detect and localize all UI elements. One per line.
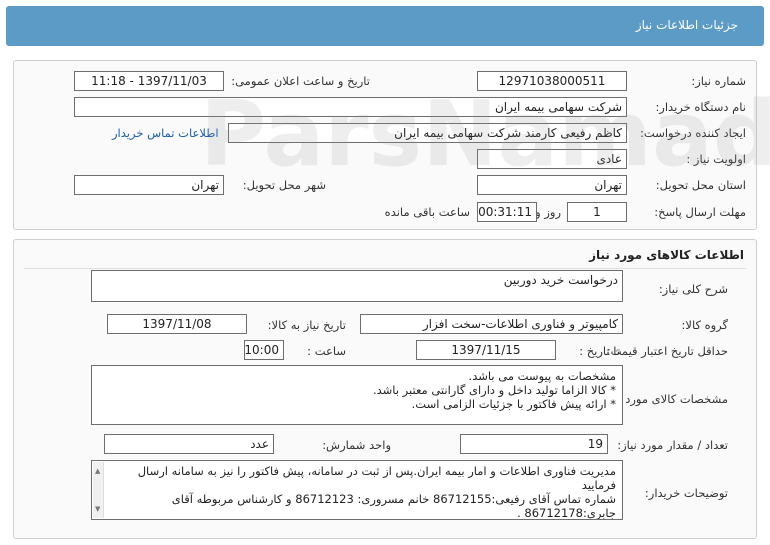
city-label: شهر محل تحویل: bbox=[242, 178, 326, 192]
desc-line: مدیریت فناوری اطلاعات و امار بیمه ایران.… bbox=[137, 464, 616, 492]
page-title: جزئیات اطلاعات نیاز bbox=[635, 18, 738, 32]
province-field[interactable]: تهران bbox=[477, 175, 627, 195]
need-date-label: تاریخ نیاز به کالا: bbox=[267, 318, 346, 332]
specs-line: مشخصات به پیوست می باشد. bbox=[468, 369, 616, 383]
buyer-contact-link[interactable]: اطلاعات تماس خریدار bbox=[112, 126, 219, 140]
to-date-label: تا تاریخ : bbox=[579, 344, 620, 358]
priority-label: اولویت نیاز : bbox=[686, 152, 746, 166]
qty-field[interactable]: 19 bbox=[460, 434, 608, 454]
summary-label: شرح کلی نیاز: bbox=[658, 282, 728, 296]
specs-line: * ارائه پیش فاکتور با جزئیات الزامی است. bbox=[411, 397, 616, 411]
description-scrollbar[interactable]: ▲ ▼ bbox=[93, 462, 104, 518]
need-number-label: شماره نیاز: bbox=[691, 74, 746, 88]
desc-line: شماره تماس آقای رفیعی:86712155 خانم مسرو… bbox=[171, 492, 616, 520]
hour-label: ساعت : bbox=[307, 344, 346, 358]
need-date-field[interactable]: 1397/11/08 bbox=[107, 314, 247, 334]
time-field[interactable]: 00:31:11 bbox=[477, 202, 537, 222]
min-validity-label: حداقل تاریخ اعتبار قیمت: bbox=[606, 344, 728, 358]
deadline-label: مهلت ارسال پاسخ: bbox=[654, 205, 746, 219]
buyer-description-field[interactable]: ▲ ▼ مدیریت فناوری اطلاعات و امار بیمه ای… bbox=[91, 460, 623, 520]
scroll-up-icon[interactable]: ▲ bbox=[95, 464, 100, 478]
scroll-down-icon[interactable]: ▼ bbox=[95, 502, 100, 516]
buyer-field[interactable]: شرکت سهامی بیمه ایران bbox=[74, 97, 627, 117]
section-divider bbox=[24, 268, 746, 269]
province-label: استان محل تحویل: bbox=[655, 178, 746, 192]
page-header: جزئیات اطلاعات نیاز bbox=[6, 6, 764, 46]
days-field[interactable]: 1 bbox=[567, 202, 627, 222]
buyer-label: نام دستگاه خریدار: bbox=[655, 100, 746, 114]
need-info-panel: شماره نیاز: 12971038000511 تاریخ و ساعت … bbox=[13, 60, 757, 230]
summary-field[interactable]: درخواست خرید دوربین bbox=[91, 270, 623, 302]
need-number-field[interactable]: 12971038000511 bbox=[477, 71, 627, 91]
announce-label: تاریخ و ساعت اعلان عمومی: bbox=[231, 74, 370, 88]
to-date-field[interactable]: 1397/11/15 bbox=[416, 340, 556, 360]
priority-field[interactable]: عادی bbox=[477, 149, 627, 169]
time-unit: ساعت باقی مانده bbox=[384, 205, 470, 219]
group-field[interactable]: کامپیوتر و فناوری اطلاعات-سخت افزار bbox=[360, 314, 623, 334]
announce-field[interactable]: 1397/11/03 - 11:18 bbox=[74, 71, 224, 91]
creator-label: ایجاد کننده درخواست: bbox=[640, 126, 746, 140]
hour-field[interactable]: 10:00 bbox=[244, 340, 284, 360]
days-unit: روز و bbox=[535, 205, 561, 219]
creator-field[interactable]: کاظم رفیعی کارمند شرکت سهامی بیمه ایران bbox=[228, 123, 627, 143]
desc-label: توضیحات خریدار: bbox=[644, 486, 728, 500]
group-label: گروه کالا: bbox=[681, 318, 728, 332]
goods-panel: اطلاعات کالاهای مورد نیاز شرح کلی نیاز: … bbox=[13, 239, 757, 539]
goods-section-title: اطلاعات کالاهای مورد نیاز bbox=[589, 248, 744, 262]
specs-line: * کالا الزاما تولید داخل و دارای گارانتی… bbox=[372, 383, 616, 397]
unit-field[interactable]: عدد bbox=[104, 434, 274, 454]
city-field[interactable]: تهران bbox=[74, 175, 224, 195]
qty-label: تعداد / مقدار مورد نیاز: bbox=[617, 438, 728, 452]
specs-field[interactable]: مشخصات به پیوست می باشد. * کالا الزاما ت… bbox=[91, 365, 623, 425]
unit-label: واحد شمارش: bbox=[322, 438, 391, 452]
